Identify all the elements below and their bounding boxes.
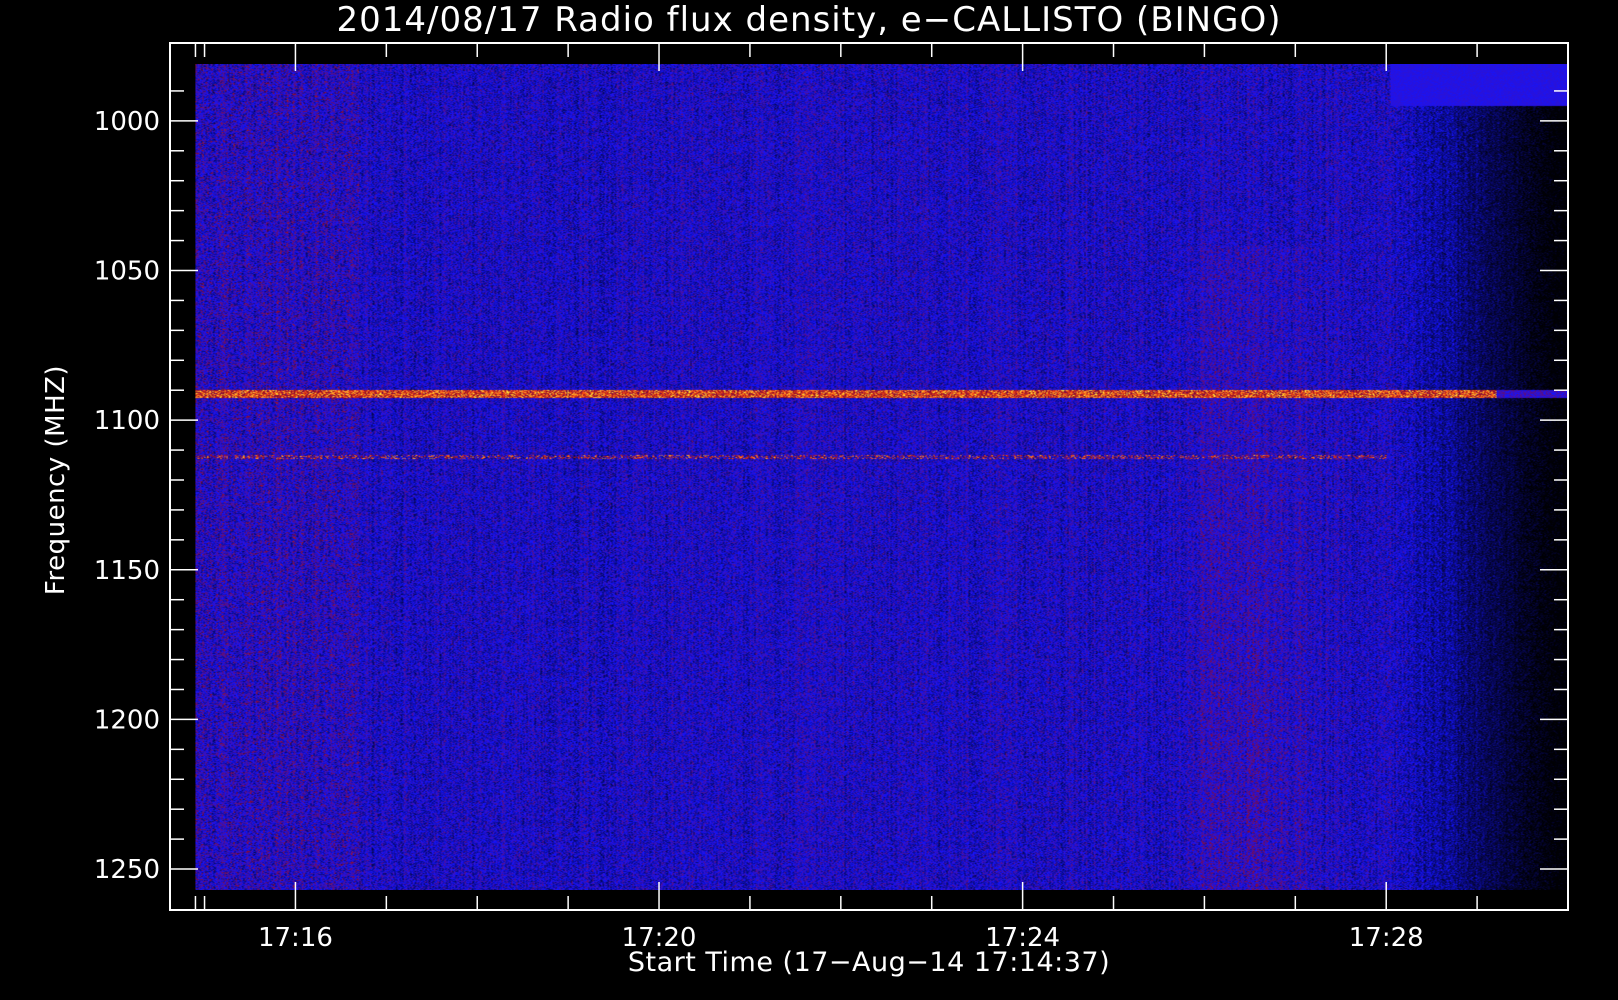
x-axis-label: Start Time (17−Aug−14 17:14:37): [627, 947, 1111, 978]
spectrogram-chart: 17:16 17:20 17:24 17:2810001050110011501200…: [94, 42, 1569, 953]
spectrogram-heatmap: [195, 64, 1569, 890]
y-axis-label: Frequency (MHZ): [41, 364, 71, 596]
y-tick-label: 1250: [94, 855, 160, 885]
y-tick-label: 1000: [94, 107, 160, 137]
y-tick-label: 1050: [94, 257, 160, 287]
y-tick-label: 1100: [94, 406, 160, 436]
y-tick-label: 1200: [94, 705, 160, 735]
y-tick-label: 1150: [94, 556, 160, 586]
spectrogram-image: [195, 64, 1569, 890]
